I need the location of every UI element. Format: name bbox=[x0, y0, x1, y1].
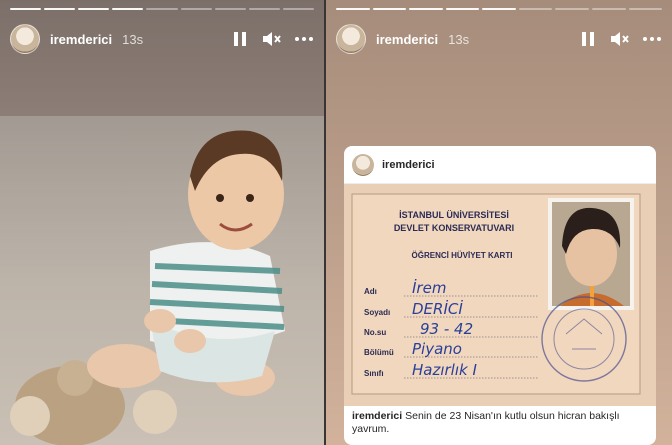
username[interactable]: iremderici bbox=[50, 32, 112, 47]
speaker-muted-icon[interactable] bbox=[610, 29, 630, 49]
id-field-value-4: Hazırlık I bbox=[412, 361, 477, 379]
id-card-title: ÖĞRENCİ HÜVİYET KARTI bbox=[412, 251, 513, 260]
id-field-label-0: Adı bbox=[364, 287, 377, 296]
pause-icon[interactable] bbox=[578, 29, 598, 49]
shared-post-card[interactable]: iremderici İSTANBUL ÜNİVERSİTESİ DEVLET … bbox=[344, 146, 656, 445]
story-header: iremderici 13s bbox=[336, 22, 662, 56]
progress-segment bbox=[44, 8, 76, 10]
story-controls bbox=[230, 29, 314, 49]
story-progress-bar bbox=[336, 8, 663, 10]
progress-segment bbox=[336, 8, 370, 10]
more-dots-icon[interactable] bbox=[642, 29, 662, 49]
id-field-value-3: Piyano bbox=[412, 340, 462, 358]
id-field-value-1: DERİCİ bbox=[412, 299, 463, 318]
progress-segment bbox=[518, 8, 553, 10]
progress-segment bbox=[214, 8, 246, 10]
story-controls bbox=[578, 29, 662, 49]
avatar[interactable] bbox=[10, 24, 40, 54]
post-username[interactable]: iremderici bbox=[382, 159, 435, 171]
progress-segment bbox=[628, 8, 663, 10]
story-header: iremderici 13s bbox=[10, 22, 314, 56]
post-caption: iremderici Senin de 23 Nisan'ın kutlu ol… bbox=[352, 410, 648, 436]
progress-segment bbox=[10, 8, 42, 10]
pause-icon[interactable] bbox=[230, 29, 250, 49]
id-field-value-0: İrem bbox=[412, 278, 446, 297]
id-card-institution-2: DEVLET KONSERVATUVARI bbox=[394, 223, 514, 233]
progress-segment bbox=[78, 8, 110, 10]
more-dots-icon[interactable] bbox=[294, 29, 314, 49]
id-field-label-2: No.su bbox=[364, 328, 386, 337]
post-photo-id-card: İSTANBUL ÜNİVERSİTESİ DEVLET KONSERVATUV… bbox=[344, 184, 656, 406]
progress-segment bbox=[591, 8, 626, 10]
id-card-institution-1: İSTANBUL ÜNİVERSİTESİ bbox=[399, 210, 509, 220]
avatar[interactable] bbox=[336, 24, 366, 54]
story-progress-bar bbox=[10, 8, 314, 10]
progress-segment bbox=[112, 8, 144, 10]
id-field-label-4: Sınıfı bbox=[364, 369, 384, 378]
progress-segment bbox=[248, 8, 280, 10]
progress-segment bbox=[146, 8, 178, 10]
progress-segment bbox=[482, 8, 516, 10]
speaker-muted-icon[interactable] bbox=[262, 29, 282, 49]
progress-segment bbox=[282, 8, 314, 10]
id-field-value-2: 93 - 42 bbox=[420, 320, 473, 338]
username[interactable]: iremderici bbox=[376, 32, 438, 47]
story-panel-right[interactable]: iremderici 13s iremderici İSTANBUL ÜNİVE… bbox=[326, 0, 672, 445]
caption-username[interactable]: iremderici bbox=[352, 410, 402, 422]
timestamp: 13s bbox=[448, 31, 470, 47]
story-panel-left[interactable]: iremderici 13s bbox=[0, 0, 324, 445]
avatar[interactable] bbox=[352, 153, 374, 176]
id-field-label-1: Soyadı bbox=[364, 308, 390, 317]
story-photo-child bbox=[0, 116, 324, 445]
progress-segment bbox=[372, 8, 407, 10]
post-header: iremderici bbox=[344, 146, 656, 184]
id-field-label-3: Bölümü bbox=[364, 348, 394, 357]
progress-segment bbox=[555, 8, 589, 10]
progress-segment bbox=[180, 8, 212, 10]
progress-segment bbox=[445, 8, 480, 10]
progress-segment bbox=[409, 8, 443, 10]
timestamp: 13s bbox=[122, 31, 144, 47]
